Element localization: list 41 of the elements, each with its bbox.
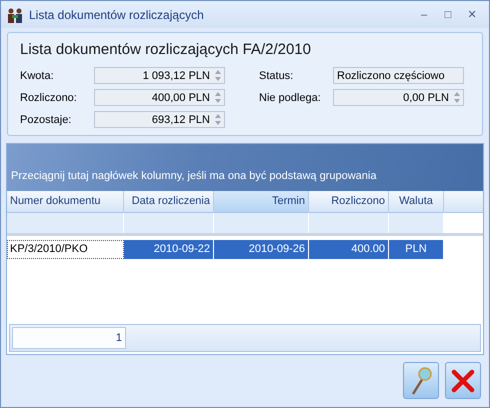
field-label: Status: (259, 70, 294, 82)
filter-cell[interactable] (389, 213, 444, 233)
field-label: Nie podlega: (259, 92, 322, 104)
group-hint: Przeciągnij tutaj nagłówek kolumny, jeśli ma ona być podstawą grupowania (11, 170, 376, 182)
field-label: Rozliczono: (20, 92, 78, 104)
table-row[interactable]: KP/3/2010/PKO 2010-09-22 2010-09-26 400.00 PLN (7, 240, 483, 259)
table-cell: KP/3/2010/PKO (7, 240, 124, 259)
table-cell: 2010-09-22 (124, 240, 214, 259)
spin-arrows-icon (215, 70, 221, 81)
amount-field[interactable]: 400,00 PLN (94, 89, 225, 106)
field-label: Kwota: (20, 70, 55, 82)
column-header[interactable]: Numer dokumentu (7, 191, 124, 212)
amount-field[interactable]: 693,12 PLN (94, 111, 225, 128)
document-title: Lista dokumentów rozliczających FA/2/2010 (20, 41, 312, 58)
column-header[interactable]: Rozliczono (309, 191, 389, 212)
amount-field[interactable]: 0,00 PLN (333, 89, 464, 106)
column-header[interactable]: Waluta (389, 191, 444, 212)
spin-arrows-icon (454, 92, 460, 103)
table-cell: 2010-09-26 (214, 240, 309, 259)
cancel-button[interactable] (445, 362, 481, 399)
filter-cell[interactable] (7, 213, 124, 233)
column-header[interactable]: Termin (214, 191, 309, 212)
maximize-button[interactable]: □ (437, 8, 459, 21)
amount-field[interactable]: 1 093,12 PLN (94, 67, 225, 84)
spin-arrows-icon (215, 114, 221, 125)
table-cell: 400.00 (309, 240, 389, 259)
magnifier-icon (409, 366, 433, 396)
field-label: Pozostaje: (20, 114, 72, 126)
people-icon (7, 6, 23, 22)
filter-cell[interactable] (124, 213, 214, 233)
close-icon (451, 368, 475, 392)
filter-cell[interactable] (214, 213, 309, 233)
close-button[interactable]: ✕ (461, 8, 483, 21)
window-title: Lista dokumentów rozliczających (29, 8, 205, 22)
table-cell: PLN (389, 240, 444, 259)
filter-cell[interactable] (309, 213, 389, 233)
status-field: Rozliczono częściowo (333, 67, 464, 84)
preview-button[interactable] (403, 362, 439, 399)
spin-arrows-icon (215, 92, 221, 103)
record-count: 1 (12, 327, 126, 349)
minimize-button[interactable]: – (413, 8, 435, 21)
